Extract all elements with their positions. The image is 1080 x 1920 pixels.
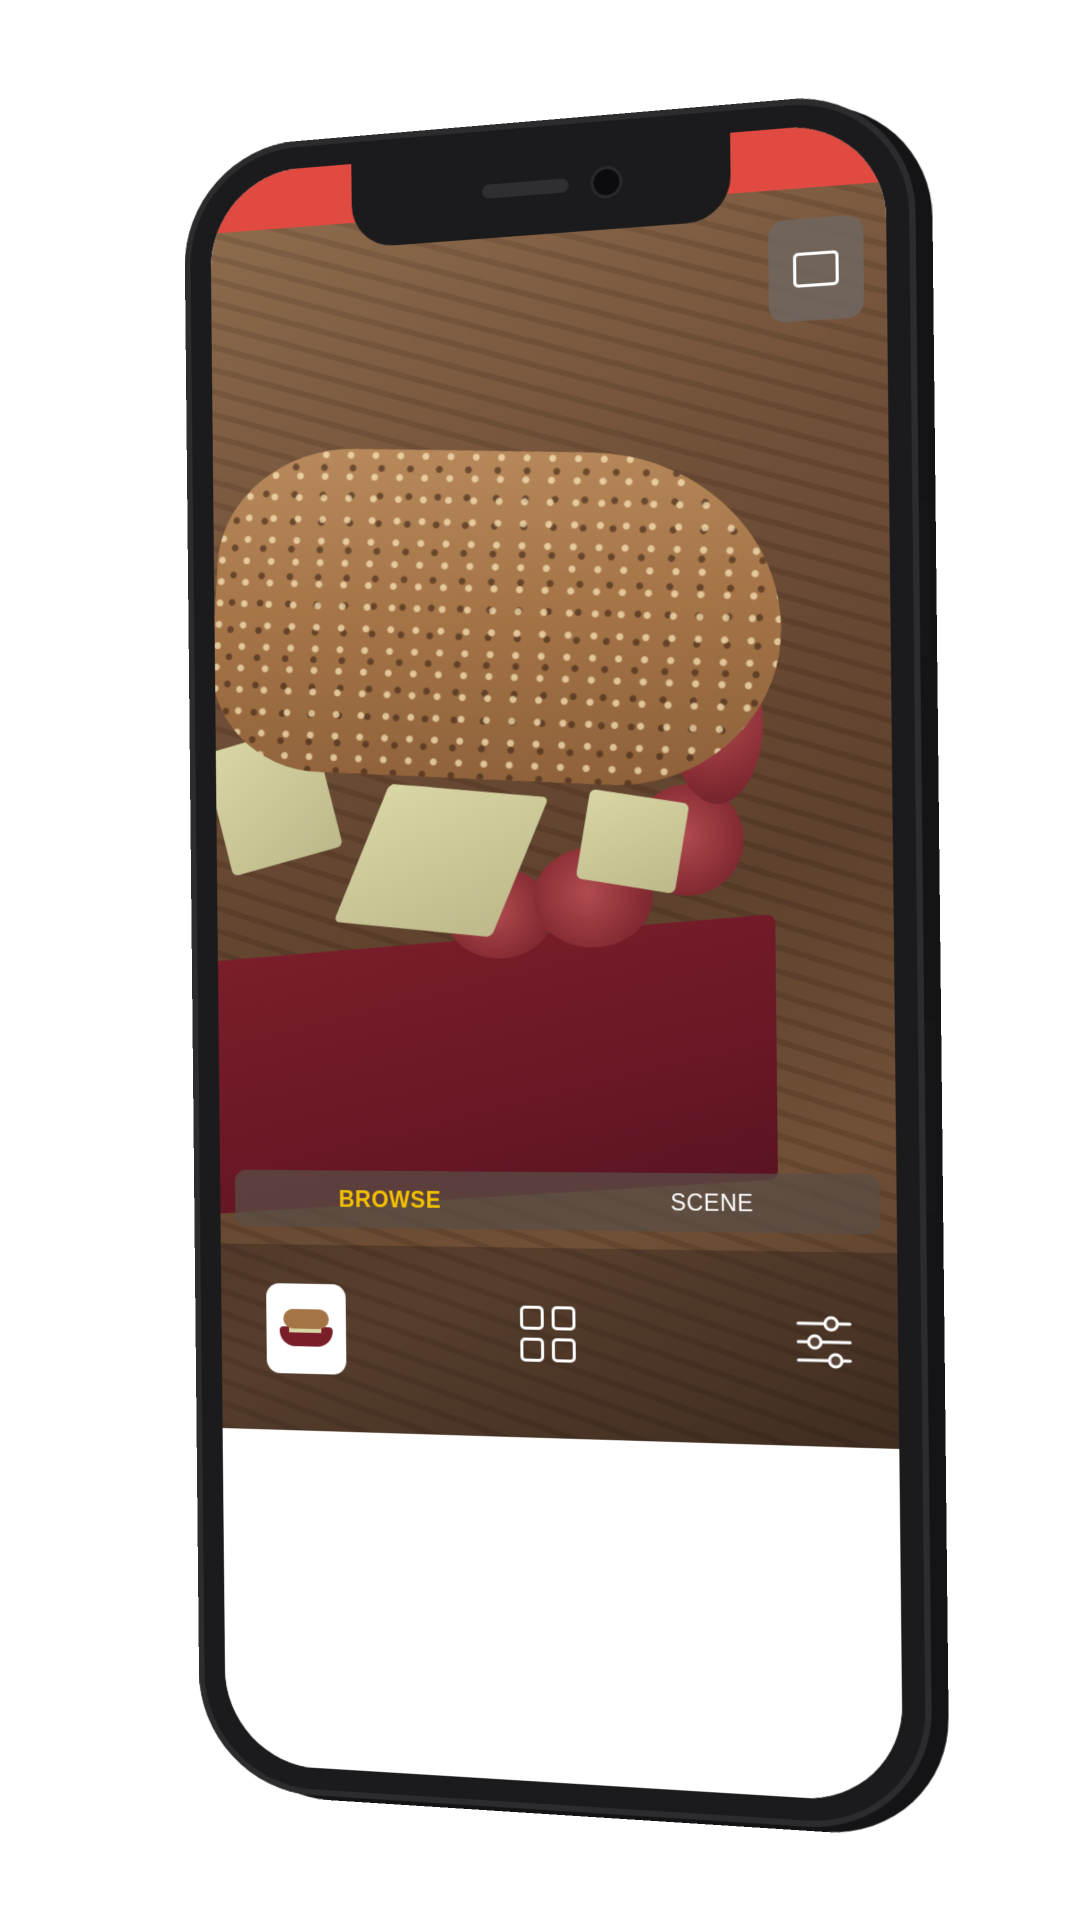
model-thumbnail-button[interactable]: [266, 1283, 347, 1375]
side-button-lower: [924, 1017, 937, 1215]
tab-scene[interactable]: SCENE: [548, 1188, 880, 1219]
screen-mode-button[interactable]: [767, 214, 865, 324]
mode-tabs: BROWSE SCENE: [234, 1169, 881, 1235]
notch: [351, 132, 732, 249]
sliders-icon[interactable]: [796, 1315, 853, 1370]
bottom-toolbar: [220, 1243, 900, 1449]
cheese-slice: [575, 788, 690, 894]
speaker-grille: [481, 178, 569, 199]
front-camera: [593, 168, 620, 197]
phone-frame: BROWSE SCENE: [183, 88, 937, 1835]
screen-mode-icon: [792, 249, 839, 288]
baguette: [210, 446, 792, 793]
side-button-power: [918, 500, 931, 657]
ar-camera-view[interactable]: BROWSE SCENE: [210, 119, 900, 1449]
tab-browse[interactable]: BROWSE: [235, 1185, 549, 1215]
grid-icon[interactable]: [519, 1305, 580, 1367]
phone-screen: BROWSE SCENE: [210, 119, 904, 1804]
stage: BROWSE SCENE: [0, 0, 1080, 1920]
bottom-sheet-area: [222, 1427, 904, 1804]
sandwich-thumbnail-icon: [279, 1307, 333, 1351]
